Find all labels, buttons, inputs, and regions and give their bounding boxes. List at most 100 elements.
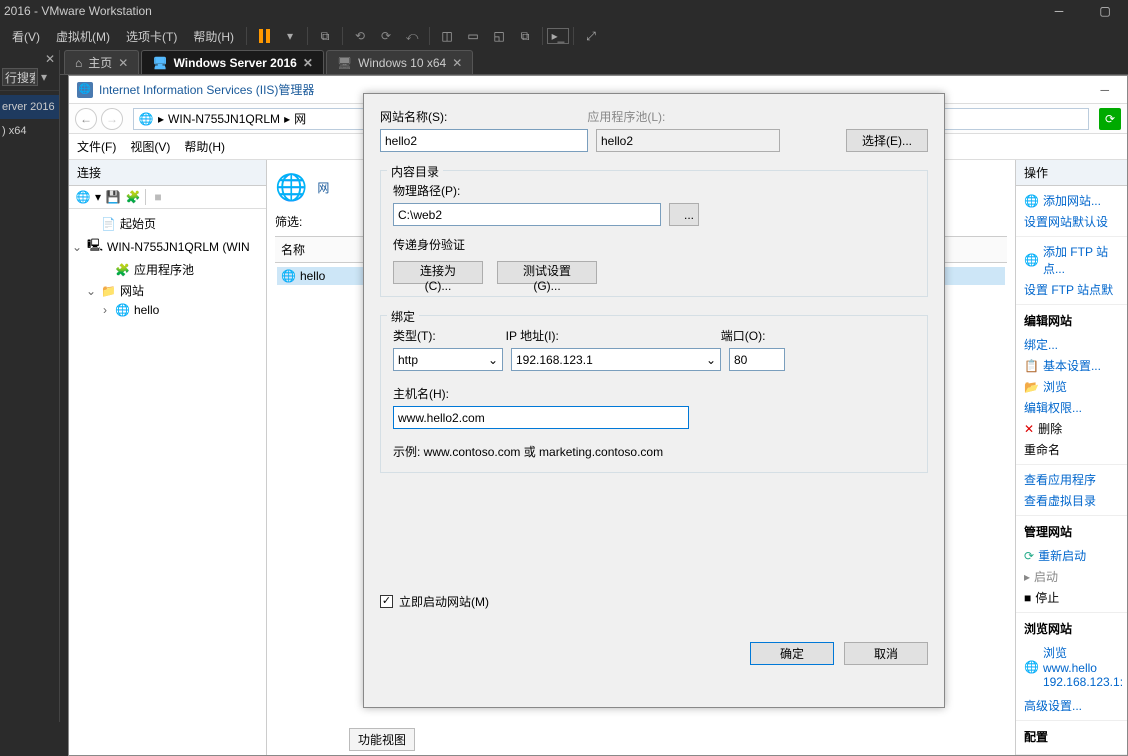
action-permissions[interactable]: 编辑权限... bbox=[1024, 397, 1119, 418]
vmware-tabstrip: ⌂ 主页 ✕ 🖥 Windows Server 2016 ✕ 🖥 Windows… bbox=[60, 50, 1128, 75]
action-view-apps[interactable]: 查看应用程序 bbox=[1024, 469, 1119, 490]
monitor-icon: 🖥 bbox=[337, 56, 352, 70]
add-website-dialog: 网站名称(S): 应用程序池(L): 选择(E)... 内容目录 物理路径(P)… bbox=[363, 93, 945, 708]
server-icon: 🖳 bbox=[87, 236, 103, 257]
browse-icon: 🌐 bbox=[1024, 660, 1039, 674]
col-name[interactable]: 名称 bbox=[281, 243, 305, 257]
label-port: 端口(O): bbox=[721, 327, 766, 344]
fullscreen-icon[interactable]: ⤢ bbox=[578, 23, 604, 49]
nav-forward-button[interactable]: → bbox=[101, 108, 123, 130]
menu-view[interactable]: 看(V) bbox=[4, 24, 48, 49]
action-bindings[interactable]: 绑定... bbox=[1024, 334, 1119, 355]
select-pool-button[interactable]: 选择(E)... bbox=[846, 129, 928, 152]
tree-start-page[interactable]: 📄起始页 bbox=[71, 213, 264, 234]
iis-menu-help[interactable]: 帮助(H) bbox=[184, 138, 225, 155]
pause-button[interactable] bbox=[251, 23, 277, 49]
tab-home-close[interactable]: ✕ bbox=[118, 56, 128, 70]
menu-tabs[interactable]: 选项卡(T) bbox=[118, 24, 185, 49]
site-name-input[interactable] bbox=[380, 129, 588, 152]
group-content-dir: 内容目录 bbox=[387, 163, 443, 180]
window-minimize-icon[interactable]: ─ bbox=[1090, 83, 1119, 97]
start-icon: 📄 bbox=[101, 217, 116, 231]
test-settings-button[interactable]: 测试设置(G)... bbox=[497, 261, 597, 284]
hostname-input[interactable] bbox=[393, 406, 689, 429]
ok-button[interactable]: 确定 bbox=[750, 642, 834, 665]
tab-home[interactable]: ⌂ 主页 ✕ bbox=[64, 50, 139, 74]
action-browse[interactable]: 📂浏览 bbox=[1024, 376, 1119, 397]
type-select[interactable]: http⌄ bbox=[393, 348, 503, 371]
stop-icon[interactable]: ■ bbox=[150, 189, 166, 205]
tree-site-hello[interactable]: ›🌐hello bbox=[71, 301, 264, 319]
features-view-tab[interactable]: 功能视图 bbox=[349, 728, 415, 751]
dropdown-arrow[interactable]: ▾ bbox=[277, 23, 303, 49]
action-view-vdirs[interactable]: 查看虚拟目录 bbox=[1024, 490, 1119, 511]
monitor-icon: 🖥 bbox=[152, 56, 167, 70]
check-icon: ✓ bbox=[382, 596, 391, 607]
ip-select[interactable]: 192.168.123.1⌄ bbox=[511, 348, 721, 371]
menu-help[interactable]: 帮助(H) bbox=[185, 24, 242, 49]
tool-1-icon[interactable]: ⟲ bbox=[347, 23, 373, 49]
save-icon[interactable]: 💾 bbox=[105, 189, 121, 205]
search-dropdown-icon[interactable]: ▾ bbox=[38, 70, 50, 84]
tree-app-pools[interactable]: 🧩应用程序池 bbox=[71, 259, 264, 280]
connections-toolbar: 🌐▾ 💾 🧩 ■ bbox=[69, 186, 266, 209]
refresh-button[interactable]: ⟳ bbox=[1099, 108, 1121, 130]
tab-win10-close[interactable]: ✕ bbox=[452, 56, 462, 70]
connect-as-button[interactable]: 连接为(C)... bbox=[393, 261, 483, 284]
connect-icon[interactable]: 🌐 bbox=[75, 189, 91, 205]
restart-icon: ⟳ bbox=[1024, 549, 1034, 563]
library-item-2[interactable]: ) x64 bbox=[0, 119, 59, 143]
library-search-input[interactable] bbox=[2, 68, 38, 86]
action-site-defaults[interactable]: 设置网站默认设 bbox=[1024, 211, 1119, 232]
window-minimize[interactable]: ─ bbox=[1036, 0, 1082, 22]
layout-1-icon[interactable]: ◫ bbox=[434, 23, 460, 49]
action-ftp-defaults[interactable]: 设置 FTP 站点默 bbox=[1024, 279, 1119, 300]
action-delete[interactable]: ✕删除 bbox=[1024, 418, 1119, 439]
snapshot-icon[interactable]: ⧉ bbox=[312, 23, 338, 49]
physical-path-input[interactable] bbox=[393, 203, 661, 226]
label-physical-path: 物理路径(P): bbox=[393, 182, 915, 199]
cancel-button[interactable]: 取消 bbox=[844, 642, 928, 665]
menu-vm[interactable]: 虚拟机(M) bbox=[48, 24, 118, 49]
console-icon[interactable]: ▸_ bbox=[547, 28, 569, 44]
library-item-1[interactable]: erver 2016 bbox=[0, 95, 59, 119]
action-basic-settings[interactable]: 📋基本设置... bbox=[1024, 355, 1119, 376]
filter-label: 筛选: bbox=[275, 213, 302, 230]
browse-path-button[interactable]: ... bbox=[669, 203, 699, 226]
globe-icon: 🌐 bbox=[275, 172, 307, 203]
tab-win10[interactable]: 🖥 Windows 10 x64 ✕ bbox=[326, 50, 473, 74]
start-immediately-checkbox[interactable]: ✓ bbox=[380, 595, 393, 608]
vmware-menubar: 看(V) 虚拟机(M) 选项卡(T) 帮助(H) ▾ ⧉ ⟲ ⟳ ⤺ ◫ ▭ ◱… bbox=[0, 22, 1128, 50]
action-stop[interactable]: ■停止 bbox=[1024, 587, 1119, 608]
label-ip: IP 地址(I): bbox=[506, 327, 559, 344]
tree-sites[interactable]: ⌄📁网站 bbox=[71, 280, 264, 301]
iis-actions-panel: 操作 🌐添加网站... 设置网站默认设 🌐添加 FTP 站点... 设置 FTP… bbox=[1015, 160, 1127, 755]
connections-tree: 📄起始页 ⌄🖳WIN-N755JN1QRLM (WIN 🧩应用程序池 ⌄📁网站 … bbox=[69, 209, 266, 323]
iis-menu-file[interactable]: 文件(F) bbox=[77, 138, 116, 155]
layout-2-icon[interactable]: ▭ bbox=[460, 23, 486, 49]
action-browse-url[interactable]: 🌐浏览 www.hello192.168.123.1: bbox=[1024, 642, 1119, 691]
iis-menu-view[interactable]: 视图(V) bbox=[130, 138, 170, 155]
pools-icon: 🧩 bbox=[115, 263, 130, 277]
tree-host[interactable]: ⌄🖳WIN-N755JN1QRLM (WIN bbox=[71, 234, 264, 259]
app-icon[interactable]: 🧩 bbox=[125, 189, 141, 205]
action-start[interactable]: ▸启动 bbox=[1024, 566, 1119, 587]
action-restart[interactable]: ⟳重新启动 bbox=[1024, 545, 1119, 566]
stop-icon: ■ bbox=[1024, 591, 1031, 605]
action-advanced[interactable]: 高级设置... bbox=[1024, 691, 1119, 716]
actions-header: 操作 bbox=[1016, 160, 1127, 186]
tool-3-icon[interactable]: ⤺ bbox=[399, 23, 425, 49]
section-edit-site: 编辑网站 bbox=[1024, 309, 1119, 334]
tool-2-icon[interactable]: ⟳ bbox=[373, 23, 399, 49]
layout-4-icon[interactable]: ⧉ bbox=[512, 23, 538, 49]
action-add-ftp[interactable]: 🌐添加 FTP 站点... bbox=[1024, 241, 1119, 279]
window-maximize[interactable]: ▢ bbox=[1082, 0, 1128, 22]
action-rename[interactable]: 重命名 bbox=[1024, 439, 1119, 460]
panel-close-icon[interactable]: ✕ bbox=[45, 52, 55, 66]
nav-back-button[interactable]: ← bbox=[75, 108, 97, 130]
port-input[interactable] bbox=[729, 348, 785, 371]
tab-server2016-close[interactable]: ✕ bbox=[303, 56, 313, 70]
action-add-site[interactable]: 🌐添加网站... bbox=[1024, 190, 1119, 211]
layout-3-icon[interactable]: ◱ bbox=[486, 23, 512, 49]
tab-server2016[interactable]: 🖥 Windows Server 2016 ✕ bbox=[141, 50, 324, 74]
